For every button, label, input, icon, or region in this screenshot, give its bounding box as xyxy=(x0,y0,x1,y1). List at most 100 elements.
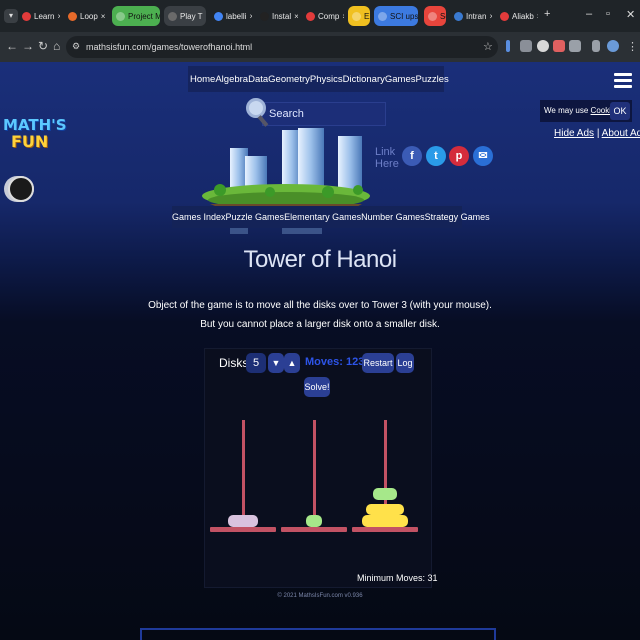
subnav-number-games[interactable]: Number Games xyxy=(361,212,425,222)
about-ads-link[interactable]: About Ads xyxy=(602,128,640,139)
browser-tab[interactable]: Aliakb× xyxy=(496,6,538,26)
shield-extension-icon[interactable] xyxy=(553,40,565,52)
log-button[interactable]: Log xyxy=(396,353,414,373)
tab-favicon-icon xyxy=(168,11,177,21)
close-window-icon[interactable]: ✕ xyxy=(626,8,635,21)
browser-tab[interactable]: EXCI xyxy=(348,6,370,26)
tab-close-icon[interactable]: × xyxy=(246,12,252,21)
browser-tab[interactable]: Instal × xyxy=(256,6,298,26)
subnav-strategy-games[interactable]: Strategy Games xyxy=(425,212,490,222)
browser-menu-icon[interactable]: ⋮ xyxy=(627,40,638,53)
gamepad-extension-icon[interactable] xyxy=(520,40,532,52)
consent-text: We may use Cookies xyxy=(544,106,619,115)
url-text[interactable]: mathsisfun.com/games/towerofhanoi.html xyxy=(86,42,252,52)
tab-favicon-icon xyxy=(352,11,361,21)
home-icon[interactable]: ⌂ xyxy=(53,39,60,53)
tab-search-button[interactable]: ▾ xyxy=(4,9,18,23)
site-info-icon[interactable]: ⚙ xyxy=(72,41,80,52)
tower-1-pole xyxy=(242,420,245,528)
search-icon[interactable] xyxy=(246,98,266,118)
tab-close-icon[interactable]: × xyxy=(291,12,298,21)
consent-ok-button[interactable]: OK xyxy=(610,102,630,120)
disk-tower3-middle[interactable] xyxy=(366,504,404,515)
minimize-icon[interactable]: – xyxy=(586,8,592,20)
facebook-icon[interactable]: f xyxy=(402,146,422,166)
nav-item-data[interactable]: Data xyxy=(248,74,268,85)
puzzle-extension-icon[interactable] xyxy=(569,40,581,52)
tab-favicon-icon xyxy=(214,11,223,21)
subnav-elementary-games[interactable]: Elementary Games xyxy=(284,212,361,222)
tab-close-icon[interactable]: × xyxy=(534,12,538,21)
moves-counter: Moves: 123 xyxy=(305,356,365,368)
subnav-games-index[interactable]: Games Index xyxy=(172,212,226,222)
new-tab-button[interactable]: + xyxy=(544,8,550,20)
disk-tower2[interactable] xyxy=(306,515,322,527)
nav-item-games[interactable]: Games xyxy=(385,74,416,85)
email-icon[interactable]: ✉ xyxy=(473,146,493,166)
desc-line2: But you cannot place a larger disk onto … xyxy=(200,319,440,330)
circle-extension-icon[interactable] xyxy=(537,40,549,52)
ad-links-separator: | xyxy=(596,128,600,139)
back-icon[interactable]: ← xyxy=(6,39,18,53)
browser-tab[interactable]: Loop × xyxy=(64,6,106,26)
solve-button[interactable]: Solve! xyxy=(304,377,330,397)
browser-tab[interactable]: Intran × xyxy=(450,6,492,26)
tab-label: Intran xyxy=(466,11,487,21)
nav-item-physics[interactable]: Physics xyxy=(310,74,343,85)
search-input[interactable]: Search xyxy=(262,102,386,126)
browser-tab[interactable]: labelli × xyxy=(210,6,252,26)
tab-close-icon[interactable]: × xyxy=(54,12,60,21)
bottom-content-panel xyxy=(140,628,496,640)
pinterest-icon[interactable]: p xyxy=(449,146,469,166)
link-here-link[interactable]: Link Here xyxy=(375,146,399,170)
hamburger-menu-icon[interactable] xyxy=(612,70,634,92)
browser-tab[interactable]: Comp× xyxy=(302,6,344,26)
games-subnav: Games Index Puzzle Games Elementary Game… xyxy=(172,206,490,228)
toggle-knob xyxy=(8,176,34,202)
disk-count-display: 5 xyxy=(246,353,266,373)
profile-avatar[interactable] xyxy=(607,40,619,52)
nav-item-home[interactable]: Home xyxy=(190,74,215,85)
tower-2-pole xyxy=(313,420,316,528)
cookie-consent-bar: We may use Cookies OK xyxy=(540,100,632,122)
dark-mode-toggle[interactable] xyxy=(4,176,34,202)
twitter-icon[interactable]: t xyxy=(426,146,446,166)
nav-item-dictionary[interactable]: Dictionary xyxy=(343,74,385,85)
reload-icon[interactable]: ↻ xyxy=(38,39,48,53)
browser-tab[interactable]: Learn × xyxy=(18,6,60,26)
nav-item-algebra[interactable]: Algebra xyxy=(215,74,248,85)
browser-tab[interactable]: Play T× xyxy=(164,6,206,26)
copyright-text: © 2021 MathsIsFun.com v0.936 xyxy=(277,593,363,599)
disk-tower1[interactable] xyxy=(228,515,258,527)
browser-tab[interactable]: School xyxy=(424,6,446,26)
tab-favicon-icon xyxy=(306,11,315,21)
forward-icon[interactable]: → xyxy=(22,39,34,53)
tab-favicon-icon xyxy=(68,11,77,21)
nav-item-geometry[interactable]: Geometry xyxy=(268,74,310,85)
pen-extension-icon[interactable] xyxy=(506,40,510,52)
tab-label: Loop xyxy=(80,11,98,21)
disk-tower3-top[interactable] xyxy=(373,488,397,500)
restart-button[interactable]: Restart xyxy=(362,353,394,373)
browser-tab[interactable]: SCI upsolve xyxy=(374,6,418,26)
increase-disks-button[interactable]: ▲ xyxy=(284,353,300,373)
tab-favicon-icon xyxy=(378,11,387,21)
tab-label: EXCI xyxy=(364,11,370,21)
tab-close-icon[interactable]: × xyxy=(486,12,492,21)
reading-list-icon[interactable] xyxy=(592,40,600,52)
subnav-puzzle-games[interactable]: Puzzle Games xyxy=(226,212,285,222)
decrease-disks-button[interactable]: ▼ xyxy=(268,353,284,373)
tab-favicon-icon xyxy=(260,11,269,21)
mathsisfun-logo[interactable]: MATH'S FUN xyxy=(3,118,67,170)
nav-item-puzzles[interactable]: Puzzles xyxy=(416,74,449,85)
tab-close-icon[interactable]: × xyxy=(203,12,207,21)
maximize-icon[interactable]: ▫ xyxy=(606,8,610,20)
browser-tab[interactable]: Project Marion xyxy=(112,6,160,26)
tab-close-icon[interactable]: × xyxy=(339,12,344,21)
tab-label: Play T xyxy=(180,11,203,21)
tab-label: Comp xyxy=(318,11,340,21)
hide-ads-link[interactable]: Hide Ads xyxy=(554,128,594,139)
bookmark-star-icon[interactable]: ☆ xyxy=(483,40,493,53)
disk-tower3-bottom[interactable] xyxy=(362,515,408,527)
tab-close-icon[interactable]: × xyxy=(98,12,106,21)
